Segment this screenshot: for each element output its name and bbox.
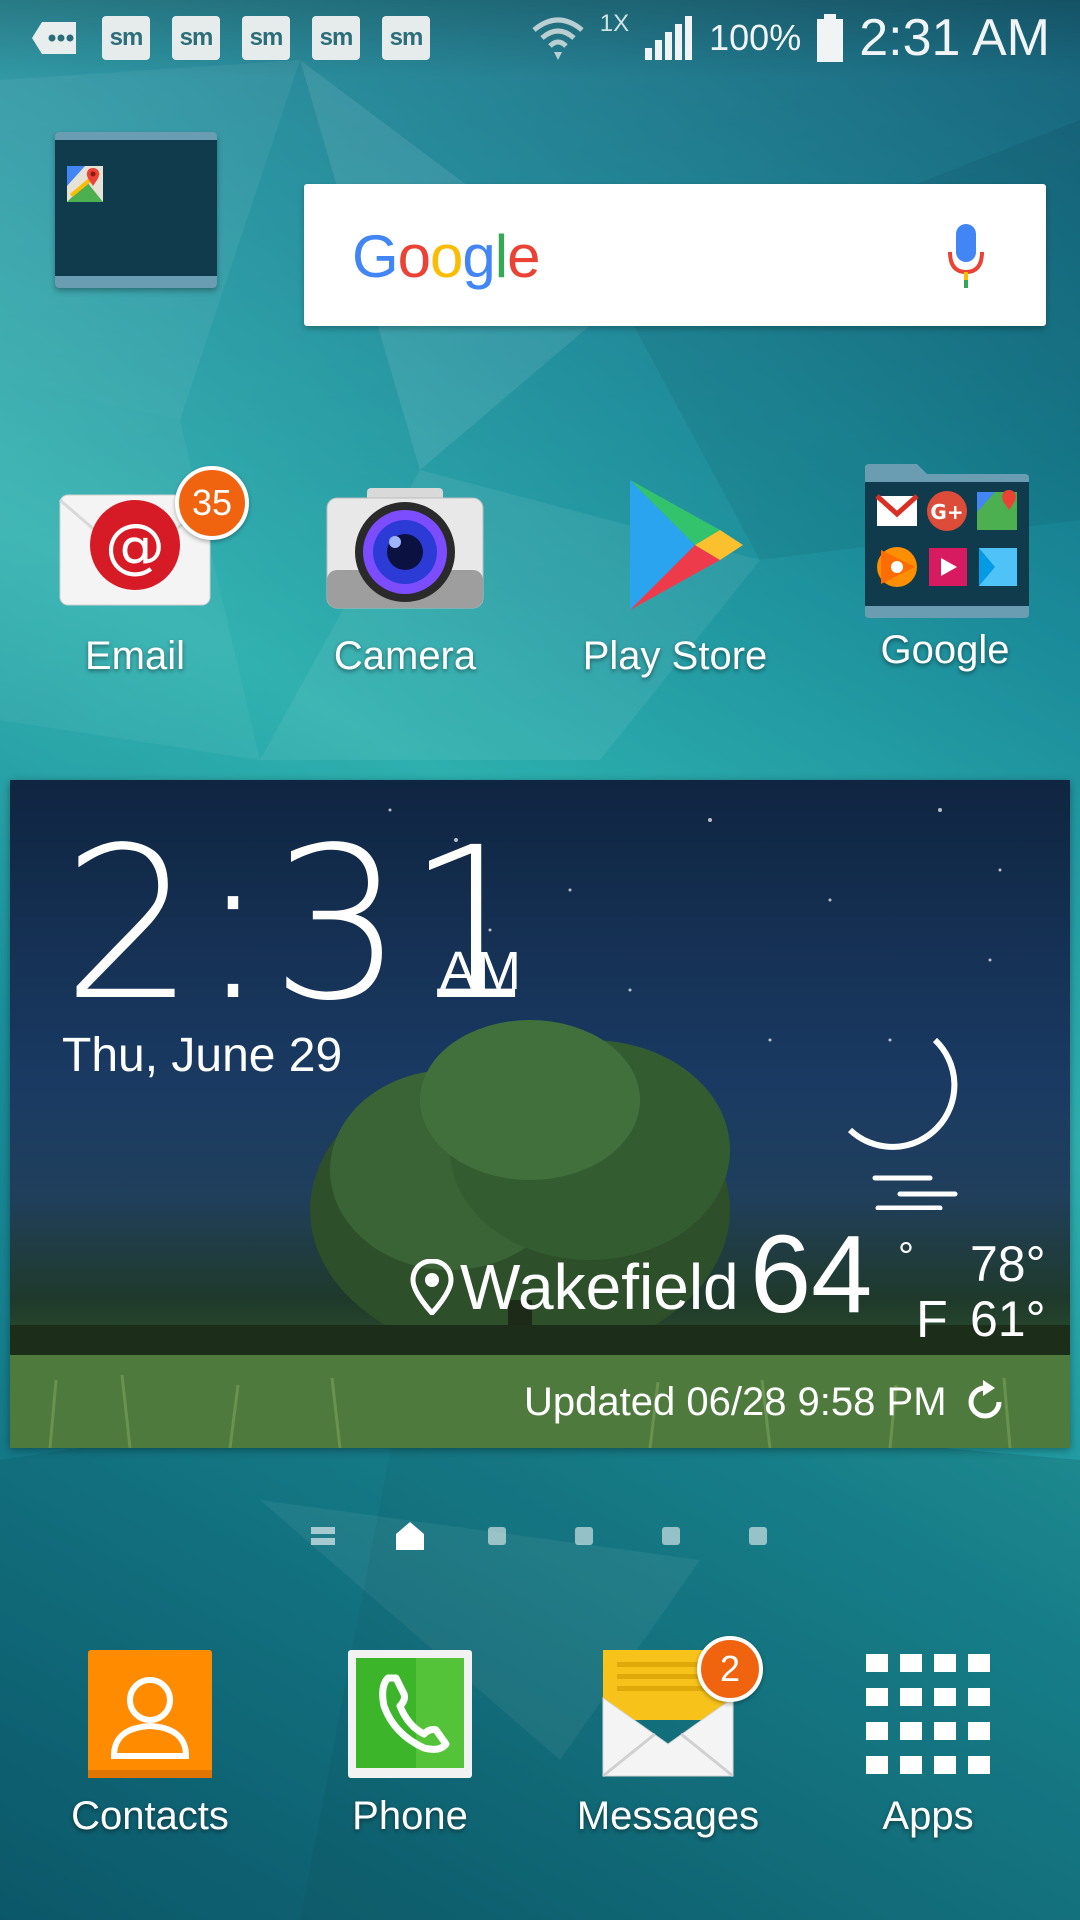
sm-notification-icon: sm <box>312 16 360 60</box>
moon-haze-icon <box>847 1037 958 1210</box>
low-temperature: 61° <box>970 1291 1046 1347</box>
message-notification-icon <box>30 14 80 62</box>
high-temperature: 78° <box>970 1236 1046 1292</box>
play-store-icon <box>630 480 743 610</box>
apps-drawer-button[interactable]: Apps <box>808 1652 1048 1839</box>
page-dot[interactable] <box>714 1516 801 1556</box>
unread-badge: 2 <box>697 1636 763 1702</box>
temperature-unit: F <box>916 1291 948 1349</box>
play-store-app[interactable]: Play Store <box>555 470 795 679</box>
network-type: 1X <box>599 10 630 37</box>
weather-location[interactable]: Wakefield <box>410 1250 739 1324</box>
sm-notification-icon: sm <box>382 16 430 60</box>
google-folder[interactable]: G+ Google <box>825 462 1065 673</box>
unread-badge: 35 <box>175 466 249 540</box>
app-label: Email <box>84 634 186 678</box>
google-search-bar[interactable]: Google <box>304 184 1046 326</box>
battery-percent: 100% <box>709 17 802 58</box>
folder-icon: G+ <box>865 464 1029 618</box>
svg-text:@: @ <box>105 511 165 581</box>
widget-date: Thu, June 29 <box>62 1029 343 1082</box>
svg-text:G+: G+ <box>930 500 963 524</box>
sm-notification-icon: sm <box>172 16 220 60</box>
app-label: Apps <box>882 1794 974 1838</box>
app-label: Contacts <box>71 1794 229 1838</box>
camera-app[interactable]: Camera <box>285 470 525 679</box>
phone-app[interactable]: Phone <box>290 1648 530 1839</box>
widget-ampm: AM <box>440 941 521 1001</box>
signal-icon <box>645 16 693 60</box>
mic-icon[interactable] <box>946 224 986 288</box>
contacts-icon <box>88 1650 212 1778</box>
briefing-page-indicator[interactable] <box>279 1516 366 1556</box>
menu-lines-icon <box>310 1527 335 1545</box>
location-name: Wakefield <box>460 1251 739 1323</box>
app-label: Google <box>880 628 1010 672</box>
home-page-indicator[interactable] <box>366 1516 453 1556</box>
home-icon <box>395 1522 424 1550</box>
google-logo: Google <box>352 223 541 290</box>
email-app[interactable]: @ 35 Email <box>15 466 255 679</box>
sm-notification-icon: sm <box>242 16 290 60</box>
app-label: Messages <box>576 1794 760 1838</box>
phone-icon <box>348 1650 472 1778</box>
app-label: Phone <box>352 1794 468 1838</box>
app-label: Play Store <box>582 634 768 678</box>
weather-updated: Updated 06/28 9:58 PM <box>524 1378 1009 1426</box>
page-dot[interactable] <box>627 1516 714 1556</box>
refresh-icon[interactable] <box>961 1378 1009 1426</box>
contacts-app[interactable]: Contacts <box>30 1648 270 1839</box>
current-temperature: 64 <box>750 1213 873 1336</box>
messages-app[interactable]: 2 Messages <box>548 1636 788 1839</box>
page-indicator <box>0 1516 1080 1556</box>
clock-weather-widget[interactable]: 2:31 AM Thu, June 29 Wakefield 64 ° F 78… <box>10 780 1070 1448</box>
degree-symbol: ° <box>898 1235 914 1279</box>
page-dot[interactable] <box>453 1516 540 1556</box>
status-time: 2:31 AM <box>859 9 1050 67</box>
battery-icon <box>817 14 844 62</box>
status-bar: sm sm sm sm sm 1X 100% 2:31 AM <box>0 0 1080 78</box>
camera-icon <box>326 488 484 609</box>
app-label: Camera <box>333 634 477 678</box>
sm-notification-icon: sm <box>102 16 150 60</box>
maps-icon <box>67 166 103 202</box>
page-dot[interactable] <box>540 1516 627 1556</box>
updated-text: Updated 06/28 9:58 PM <box>524 1379 947 1424</box>
wifi-icon <box>532 17 584 60</box>
location-pin-icon <box>410 1259 454 1315</box>
apps-grid-icon <box>866 1654 990 1774</box>
maps-folder[interactable] <box>55 118 217 288</box>
